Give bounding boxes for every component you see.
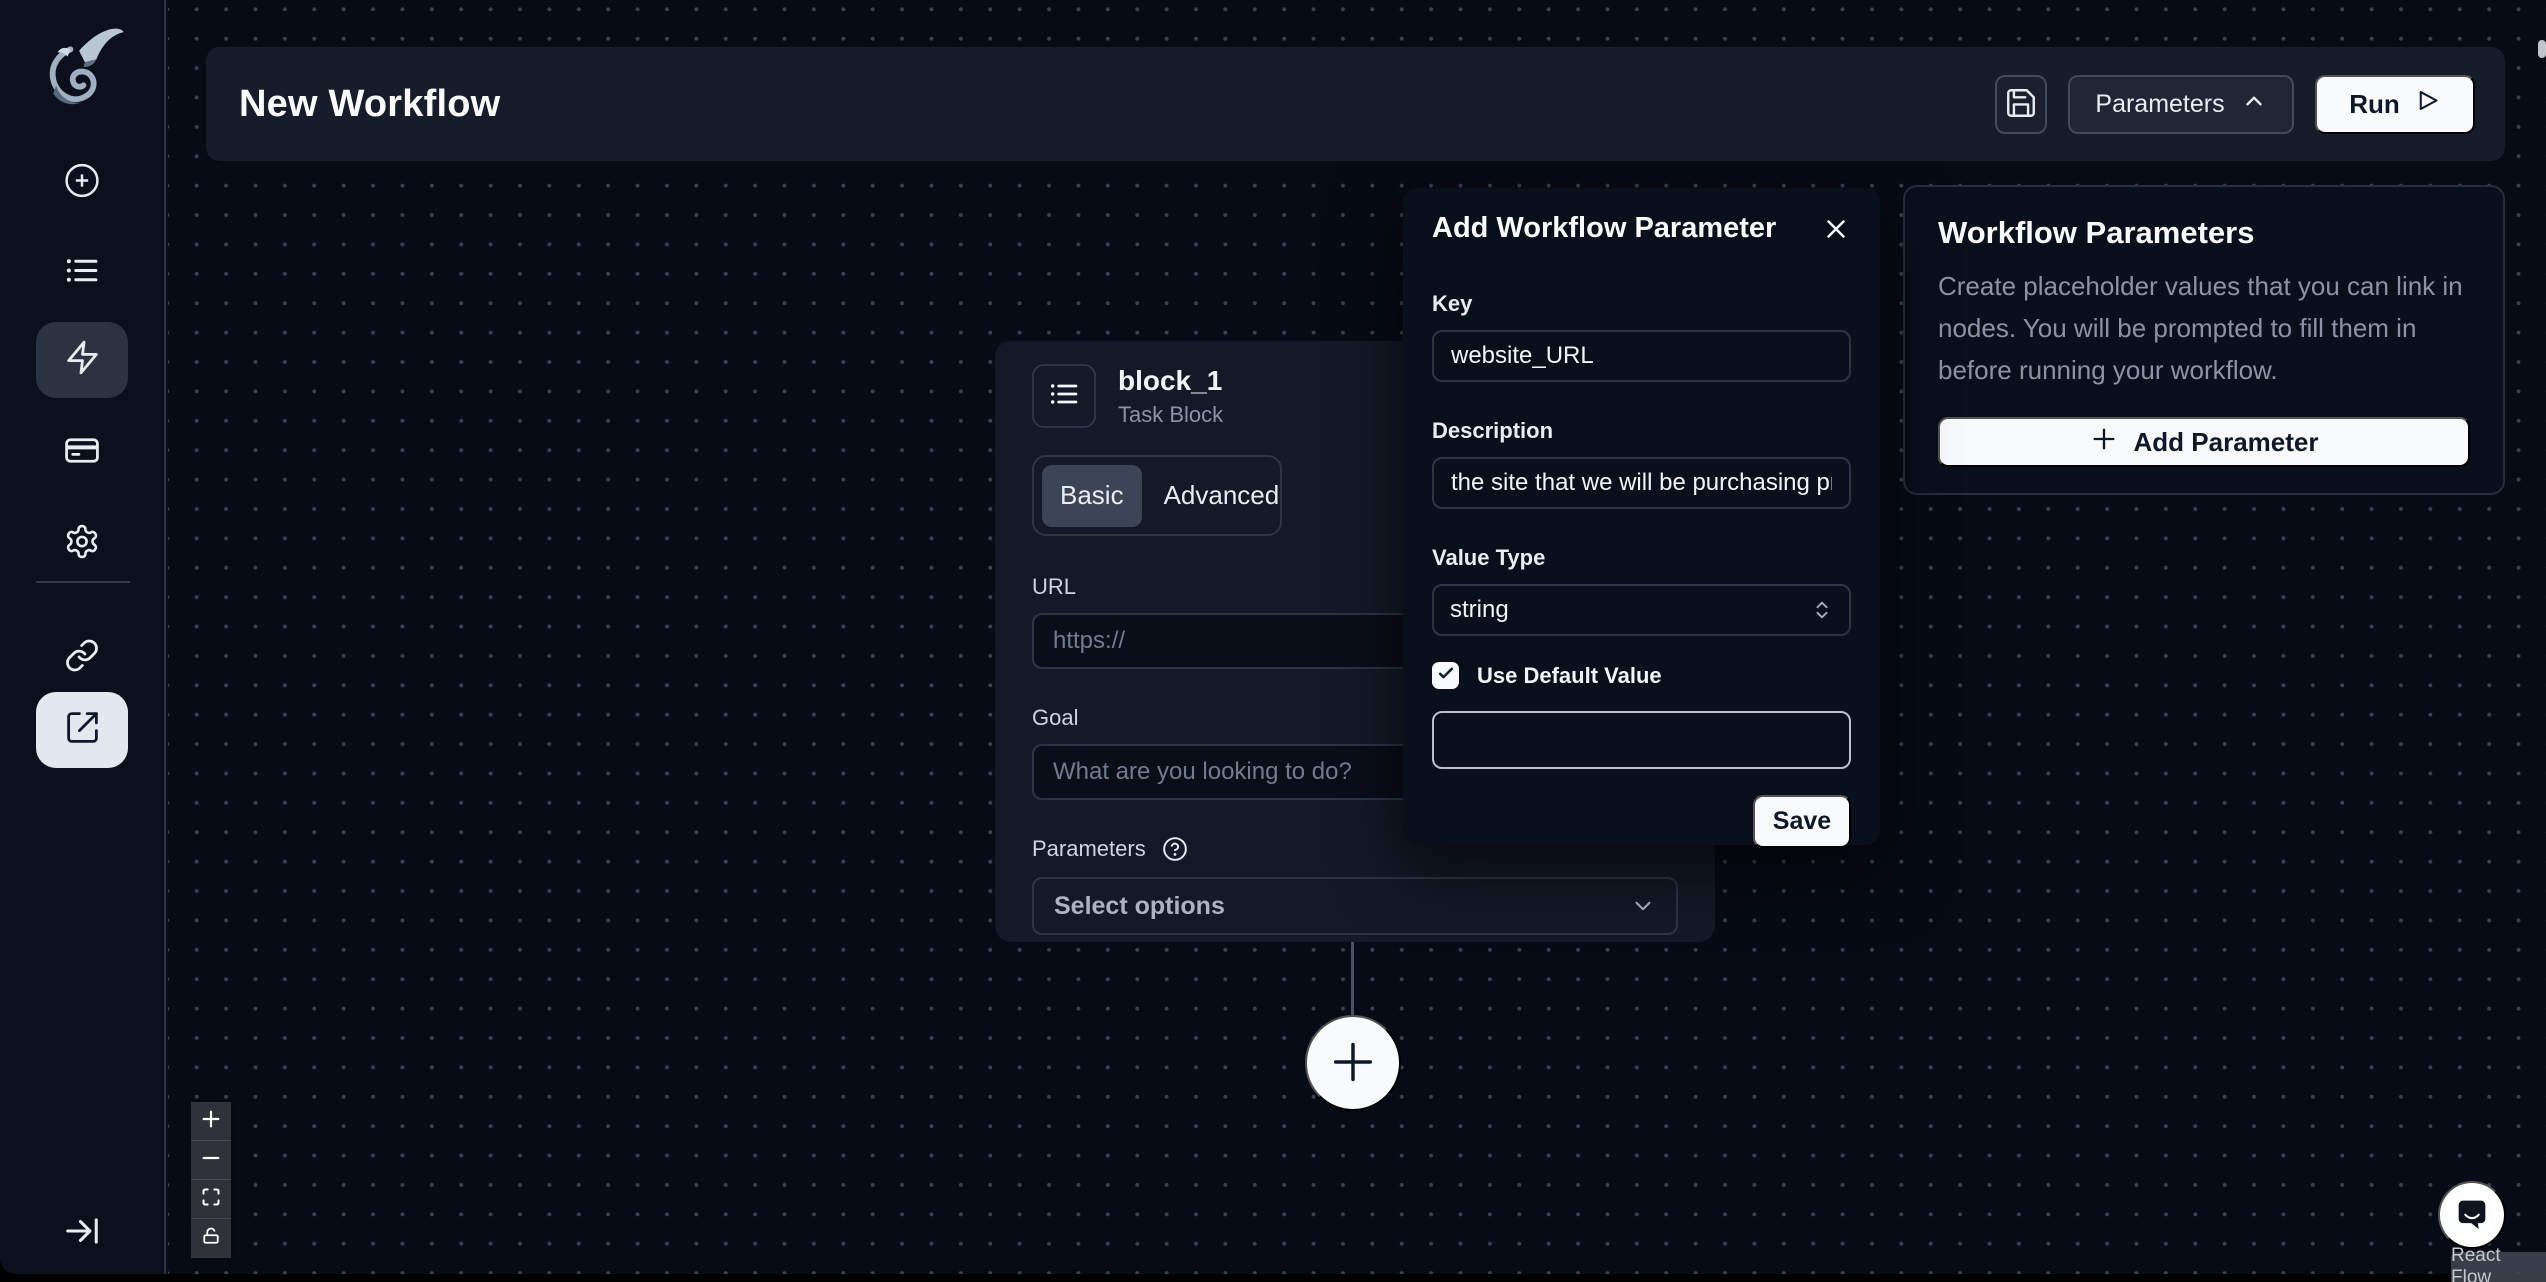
- credit-card-icon: [64, 432, 101, 474]
- check-icon: [1436, 663, 1456, 688]
- modal-title: Add Workflow Parameter: [1432, 212, 1776, 245]
- value-type-select[interactable]: string: [1432, 584, 1851, 636]
- header-actions: Parameters Run: [1995, 75, 2475, 134]
- plus-icon: [2090, 425, 2118, 460]
- close-icon[interactable]: [1821, 214, 1851, 249]
- app-window: New Workflow Parameters Run: [0, 0, 2546, 1274]
- sidebar-item-workflows[interactable]: [36, 322, 128, 398]
- lock-button[interactable]: [191, 1219, 231, 1258]
- sidebar-item-editor[interactable]: [36, 692, 128, 768]
- use-default-checkbox[interactable]: [1432, 662, 1459, 689]
- key-label: Key: [1432, 291, 1851, 317]
- lock-open-icon: [202, 1227, 220, 1250]
- workflow-header: New Workflow Parameters Run: [206, 47, 2505, 161]
- dragon-logo-icon: [36, 22, 128, 119]
- chevrons-up-down-icon: [1811, 599, 1833, 621]
- value-type-value: string: [1450, 596, 1509, 624]
- fit-view-icon: [201, 1187, 221, 1212]
- sidebar-item-create[interactable]: [64, 162, 101, 204]
- run-button[interactable]: Run: [2315, 75, 2475, 134]
- lightning-icon: [64, 339, 101, 381]
- gear-icon: [64, 523, 101, 565]
- parameters-select-value: Select options: [1054, 892, 1225, 921]
- parameters-dropdown-button[interactable]: Parameters: [2068, 75, 2294, 134]
- plus-icon: [1327, 1036, 1379, 1091]
- zoom-out-button[interactable]: [191, 1141, 231, 1180]
- zoom-in-button[interactable]: [191, 1102, 231, 1141]
- tab-advanced[interactable]: Advanced: [1146, 465, 1298, 527]
- node-subtitle: Task Block: [1118, 402, 1223, 428]
- node-title: block_1: [1118, 364, 1223, 398]
- add-parameter-modal: Add Workflow Parameter Key Description V…: [1403, 188, 1880, 845]
- save-icon: [2004, 86, 2038, 123]
- chevron-up-icon: [2241, 88, 2267, 121]
- description-label: Description: [1432, 418, 1851, 444]
- skyvern-logo[interactable]: [36, 22, 128, 119]
- sidebar-item-billing[interactable]: [64, 432, 101, 474]
- link-icon: [65, 638, 100, 678]
- chat-bubble-icon: [2452, 1194, 2492, 1237]
- list-icon: [64, 252, 101, 294]
- node-titles: block_1 Task Block: [1118, 364, 1223, 428]
- list-icon: [1048, 378, 1080, 415]
- help-circle-icon[interactable]: [1162, 836, 1188, 862]
- play-icon: [2414, 87, 2441, 121]
- add-parameter-label: Add Parameter: [2134, 427, 2319, 458]
- run-button-label: Run: [2349, 89, 2400, 120]
- chevron-down-icon: [1630, 893, 1656, 919]
- node-tabs: Basic Advanced: [1032, 455, 1282, 536]
- value-type-label: Value Type: [1432, 545, 1851, 571]
- add-parameter-button[interactable]: Add Parameter: [1938, 417, 2470, 467]
- sidebar: [0, 0, 166, 1274]
- chat-launcher-button[interactable]: [2438, 1181, 2506, 1249]
- fit-view-button[interactable]: [191, 1180, 231, 1219]
- sidebar-expand-button[interactable]: [63, 1212, 101, 1255]
- minus-icon: [200, 1147, 222, 1174]
- modal-save-button[interactable]: Save: [1753, 795, 1851, 848]
- sidebar-divider: [36, 581, 130, 583]
- plus-circle-icon: [64, 162, 101, 204]
- canvas-controls: [191, 1102, 231, 1258]
- plus-icon: [200, 1108, 222, 1135]
- external-link-icon: [64, 709, 101, 751]
- collapse-arrow-icon: [63, 1212, 101, 1255]
- page-scrollbar-thumb[interactable]: [2538, 40, 2546, 58]
- panel-description: Create placeholder values that you can l…: [1938, 265, 2470, 391]
- workflow-parameters-panel: Workflow Parameters Create placeholder v…: [1903, 185, 2505, 495]
- default-value-input[interactable]: [1432, 711, 1851, 769]
- react-flow-attribution[interactable]: React Flow: [2451, 1252, 2546, 1282]
- use-default-label: Use Default Value: [1477, 663, 1662, 689]
- save-button[interactable]: [1995, 75, 2047, 134]
- page-title: New Workflow: [239, 83, 500, 126]
- parameters-select[interactable]: Select options: [1032, 877, 1678, 935]
- sidebar-item-integrations[interactable]: [65, 638, 100, 678]
- parameters-button-label: Parameters: [2095, 90, 2224, 119]
- sidebar-item-settings[interactable]: [64, 523, 101, 565]
- sidebar-item-runs[interactable]: [64, 252, 101, 294]
- panel-title: Workflow Parameters: [1938, 215, 2470, 251]
- key-input[interactable]: [1432, 330, 1851, 382]
- parameters-label: Parameters: [1032, 836, 1146, 862]
- add-node-button[interactable]: [1305, 1015, 1401, 1111]
- description-input[interactable]: [1432, 457, 1851, 509]
- tab-basic[interactable]: Basic: [1042, 465, 1142, 527]
- node-edge-line: [1351, 942, 1354, 1016]
- node-icon-box: [1032, 364, 1096, 428]
